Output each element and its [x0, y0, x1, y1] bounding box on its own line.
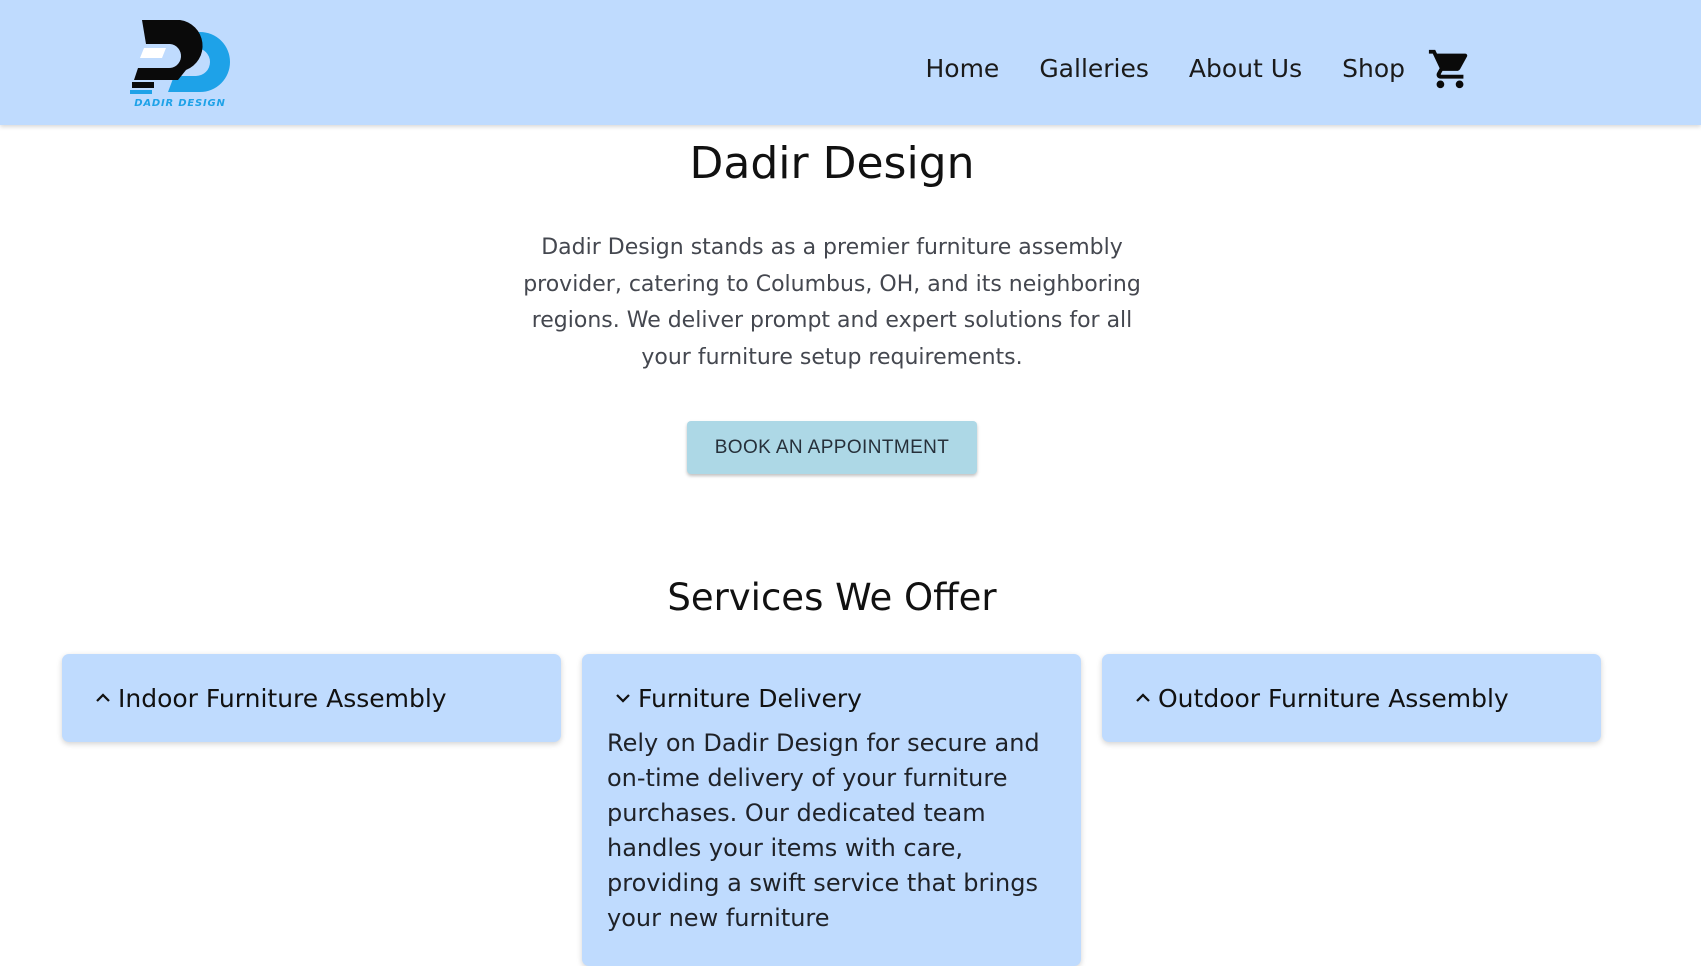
service-title: Furniture Delivery: [638, 683, 862, 713]
service-title: Indoor Furniture Assembly: [118, 683, 447, 713]
nav-home[interactable]: Home: [925, 51, 999, 87]
hero-description: Dadir Design stands as a premier furnitu…: [523, 235, 1141, 370]
accordion-header-indoor[interactable]: Indoor Furniture Assembly: [62, 654, 561, 742]
svg-text:DADIR DESIGN: DADIR DESIGN: [134, 98, 225, 108]
chevron-up-icon: [96, 693, 110, 702]
nav-shop[interactable]: Shop: [1342, 51, 1405, 87]
services-heading: Services We Offer: [667, 576, 997, 619]
shopping-cart-icon[interactable]: [1427, 46, 1473, 92]
dadir-design-logo[interactable]: DADIR DESIGN: [130, 18, 234, 108]
service-card-delivery: Furniture Delivery Rely on Dadir Design …: [582, 654, 1081, 966]
accordion-header-outdoor[interactable]: Outdoor Furniture Assembly: [1102, 654, 1601, 742]
site-header: DADIR DESIGN Home Galleries About Us Sho…: [0, 0, 1701, 125]
chevron-down-icon: [616, 694, 630, 703]
service-card-indoor: Indoor Furniture Assembly: [62, 654, 561, 742]
page-title: Dadir Design: [689, 138, 975, 189]
service-title: Outdoor Furniture Assembly: [1158, 683, 1509, 713]
main-nav: Home Galleries About Us Shop: [885, 46, 1473, 92]
nav-about-us[interactable]: About Us: [1189, 51, 1302, 87]
service-card-outdoor: Outdoor Furniture Assembly: [1102, 654, 1601, 742]
book-appointment-button[interactable]: BOOK AN APPOINTMENT: [687, 421, 977, 474]
service-description: Rely on Dadir Design for secure and on-t…: [607, 729, 1040, 932]
chevron-up-icon: [1136, 693, 1150, 702]
nav-galleries[interactable]: Galleries: [1039, 51, 1149, 87]
